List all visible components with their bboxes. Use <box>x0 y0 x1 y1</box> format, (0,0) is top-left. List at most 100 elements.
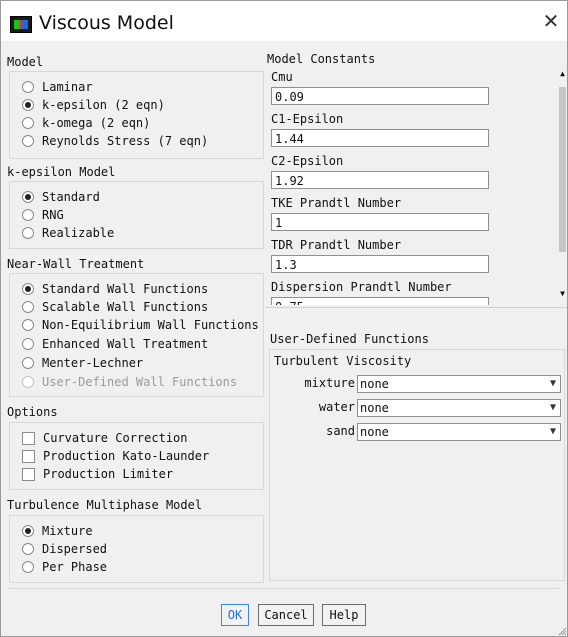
udf-header: User-Defined Functions <box>270 332 429 346</box>
radio-label: Menter-Lechner <box>42 356 144 370</box>
ke-model-group: Standard RNG Realizable <box>9 181 264 249</box>
radio-icon-selected[interactable] <box>22 283 34 295</box>
select-value: none <box>360 377 389 391</box>
radio-label: k-omega (2 eqn) <box>42 116 151 130</box>
udf-label-water: water <box>318 400 355 414</box>
constant-input-tke-prandtl[interactable]: 1 <box>271 213 489 231</box>
radio-icon[interactable] <box>22 543 34 555</box>
model-group: Laminar k-epsilon (2 eqn) k-omega (2 eqn… <box>9 71 264 159</box>
help-button[interactable]: Help <box>322 604 366 626</box>
check-production-limiter[interactable]: Production Limiter <box>22 465 173 483</box>
radio-icon[interactable] <box>22 319 34 331</box>
radio-label: Non-Equilibrium Wall Functions <box>42 318 259 332</box>
model-constants-header: Model Constants <box>267 52 376 66</box>
radio-label: RNG <box>42 208 64 222</box>
radio-enhanced-wall-treatment[interactable]: Enhanced Wall Treatment <box>22 335 208 353</box>
constants-scrollbar[interactable]: ▲ ▼ <box>557 67 567 305</box>
radio-icon[interactable] <box>22 135 34 147</box>
resize-grip-icon[interactable] <box>557 626 567 636</box>
radio-label: Mixture <box>42 524 93 538</box>
radio-icon[interactable] <box>22 117 34 129</box>
near-wall-group: Standard Wall Functions Scalable Wall Fu… <box>9 273 264 397</box>
checkbox-icon[interactable] <box>22 449 35 463</box>
radio-label: User-Defined Wall Functions <box>42 375 238 389</box>
radio-label: Realizable <box>42 226 115 240</box>
multiphase-group: Mixture Dispersed Per Phase <box>9 515 264 583</box>
checkbox-label: Curvature Correction <box>43 431 188 445</box>
radio-label: Laminar <box>42 80 93 94</box>
radio-non-equilibrium-wall-functions[interactable]: Non-Equilibrium Wall Functions <box>22 316 259 334</box>
viscous-model-dialog: Viscous Model ✕ Model Laminar k-epsilon … <box>0 0 568 637</box>
radio-laminar[interactable]: Laminar <box>22 78 93 96</box>
close-icon[interactable]: ✕ <box>541 11 561 31</box>
constant-label-cmu: Cmu <box>271 70 293 84</box>
constant-input-c1-epsilon[interactable]: 1.44 <box>271 129 489 147</box>
radio-per-phase[interactable]: Per Phase <box>22 558 107 576</box>
radio-icon[interactable] <box>22 301 34 313</box>
chevron-down-icon[interactable]: ▼ <box>546 376 560 392</box>
radio-icon-selected[interactable] <box>22 99 34 111</box>
options-group: Curvature Correction Production Kato-Lau… <box>9 422 264 490</box>
constant-label-dispersion-prandtl: Dispersion Prandtl Number <box>271 280 452 294</box>
checkbox-label: Production Limiter <box>43 467 174 481</box>
radio-k-epsilon[interactable]: k-epsilon (2 eqn) <box>22 96 165 114</box>
radio-icon[interactable] <box>22 227 34 239</box>
radio-mixture[interactable]: Mixture <box>22 522 93 540</box>
ke-model-header: k-epsilon Model <box>7 165 116 179</box>
scroll-up-icon[interactable]: ▲ <box>558 69 567 79</box>
radio-rng[interactable]: RNG <box>22 206 64 224</box>
radio-icon-selected[interactable] <box>22 191 34 203</box>
radio-standard[interactable]: Standard <box>22 188 100 206</box>
udf-select-mixture[interactable]: none ▼ <box>357 375 561 393</box>
radio-dispersed[interactable]: Dispersed <box>22 540 107 558</box>
udf-select-water[interactable]: none ▼ <box>357 399 561 417</box>
chevron-down-icon[interactable]: ▼ <box>546 424 560 440</box>
udf-label-mixture: mixture <box>304 376 355 390</box>
chevron-down-icon[interactable]: ▼ <box>546 400 560 416</box>
dialog-title: Viscous Model <box>39 12 174 34</box>
options-header: Options <box>7 405 58 419</box>
scrollbar-thumb[interactable] <box>559 87 566 252</box>
near-wall-header: Near-Wall Treatment <box>7 257 145 271</box>
radio-icon-disabled <box>22 376 34 388</box>
radio-label: Per Phase <box>42 560 108 574</box>
check-curvature-correction[interactable]: Curvature Correction <box>22 429 188 447</box>
checkbox-label: Production Kato-Launder <box>43 449 210 463</box>
radio-label: Dispersed <box>42 542 108 556</box>
radio-icon[interactable] <box>22 81 34 93</box>
fluent-app-icon <box>10 16 32 33</box>
ok-button[interactable]: OK <box>221 604 249 626</box>
turbulent-viscosity-header: Turbulent Viscosity <box>274 354 412 368</box>
cancel-button[interactable]: Cancel <box>258 604 314 626</box>
radio-icon[interactable] <box>22 561 34 573</box>
constant-input-tdr-prandtl[interactable]: 1.3 <box>271 255 489 273</box>
radio-scalable-wall-functions[interactable]: Scalable Wall Functions <box>22 298 208 316</box>
udf-select-sand[interactable]: none ▼ <box>357 423 561 441</box>
radio-label: Standard Wall Functions <box>42 282 209 296</box>
checkbox-icon[interactable] <box>22 467 35 481</box>
radio-reynolds-stress[interactable]: Reynolds Stress (7 eqn) <box>22 132 208 150</box>
constant-input-dispersion-prandtl[interactable]: 0.75 <box>271 297 489 305</box>
radio-k-omega[interactable]: k-omega (2 eqn) <box>22 114 150 132</box>
radio-icon-selected[interactable] <box>22 525 34 537</box>
constant-label-tdr-prandtl: TDR Prandtl Number <box>271 238 402 252</box>
radio-icon[interactable] <box>22 338 34 350</box>
title-bar[interactable]: Viscous Model ✕ <box>1 1 567 41</box>
radio-realizable[interactable]: Realizable <box>22 224 114 242</box>
radio-standard-wall-functions[interactable]: Standard Wall Functions <box>22 280 208 298</box>
scroll-down-icon[interactable]: ▼ <box>558 289 567 299</box>
check-production-kato-launder[interactable]: Production Kato-Launder <box>22 447 209 465</box>
constant-label-c2-epsilon: C2-Epsilon <box>271 154 344 168</box>
constant-input-c2-epsilon[interactable]: 1.92 <box>271 171 489 189</box>
model-constants-panel[interactable]: Cmu 0.09 C1-Epsilon 1.44 C2-Epsilon 1.92… <box>265 67 567 305</box>
checkbox-icon[interactable] <box>22 431 35 445</box>
radio-label: Reynolds Stress (7 eqn) <box>42 134 209 148</box>
udf-label-sand: sand <box>326 424 355 438</box>
radio-menter-lechner[interactable]: Menter-Lechner <box>22 354 143 372</box>
radio-label: Standard <box>42 190 100 204</box>
select-value: none <box>360 401 389 415</box>
constant-input-cmu[interactable]: 0.09 <box>271 87 489 105</box>
radio-icon[interactable] <box>22 357 34 369</box>
radio-icon[interactable] <box>22 209 34 221</box>
radio-label: Enhanced Wall Treatment <box>42 337 209 351</box>
